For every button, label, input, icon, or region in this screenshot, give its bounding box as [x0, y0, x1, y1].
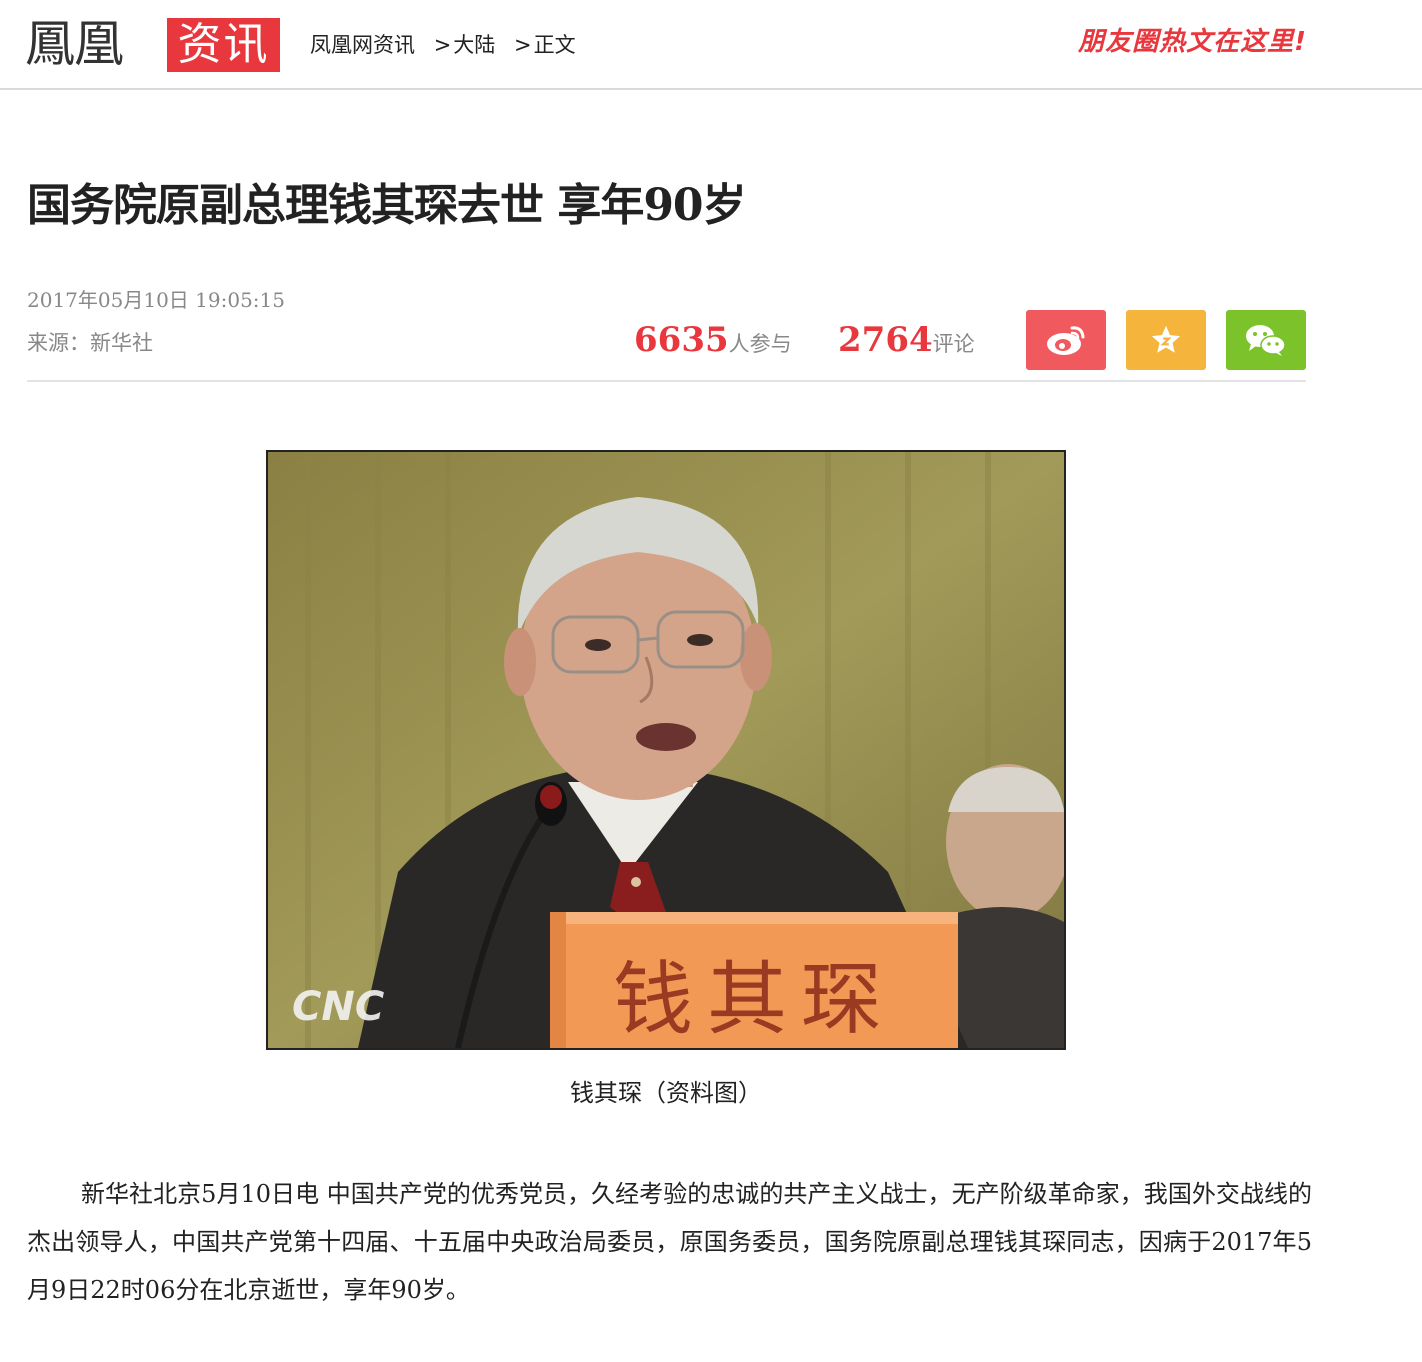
breadcrumb: 凤凰网资讯 >大陆 >正文: [310, 30, 576, 60]
photo-illustration: 钱其琛 CNC: [268, 452, 1064, 1048]
hot-articles-link[interactable]: 朋友圈热文在这里!: [1078, 24, 1307, 60]
photo-watermark: CNC: [292, 984, 384, 1030]
nameplate-text: 钱其琛: [613, 953, 895, 1046]
publish-date: 2017年05月10日 19:05:15: [27, 288, 285, 312]
article-title: 国务院原副总理钱其琛去世 享年90岁: [27, 180, 747, 231]
participants-label: 人参与: [728, 332, 792, 356]
header-divider: [27, 380, 1306, 382]
participants-count: 6635人参与: [634, 318, 792, 368]
weibo-icon: [1047, 326, 1085, 355]
article-photo: 钱其琛 CNC: [266, 450, 1066, 1050]
share-weibo-button[interactable]: [1026, 310, 1106, 370]
comments-number[interactable]: 2764: [838, 320, 933, 360]
breadcrumb-item-mainland[interactable]: 大陆: [453, 33, 495, 57]
channel-badge[interactable]: 资讯: [167, 18, 280, 72]
article-source: 来源：新华社: [27, 331, 153, 355]
wechat-icon: [1246, 325, 1286, 356]
article-paragraph: 新华社北京5月10日电 中国共产党的优秀党员，久经考验的忠诚的共产主义战士，无产…: [27, 1180, 1313, 1304]
participants-number: 6635: [634, 320, 729, 360]
favorite-button[interactable]: [1126, 310, 1206, 370]
breadcrumb-separator: >: [513, 33, 532, 57]
comments-count[interactable]: 2764评论: [838, 318, 975, 368]
breadcrumb-item-home[interactable]: 凤凰网资讯: [310, 33, 415, 57]
star-icon: [1151, 325, 1181, 353]
share-wechat-button[interactable]: [1226, 310, 1306, 370]
site-logo[interactable]: 鳳凰: [25, 14, 124, 74]
breadcrumb-separator: >: [433, 33, 452, 57]
photo-caption: 钱其琛（资料图）: [570, 1079, 762, 1107]
comments-label[interactable]: 评论: [933, 332, 975, 356]
site-header: 鳳凰 资讯 凤凰网资讯 >大陆 >正文 朋友圈热文在这里!: [0, 0, 1422, 90]
breadcrumb-item-article: 正文: [533, 33, 576, 57]
